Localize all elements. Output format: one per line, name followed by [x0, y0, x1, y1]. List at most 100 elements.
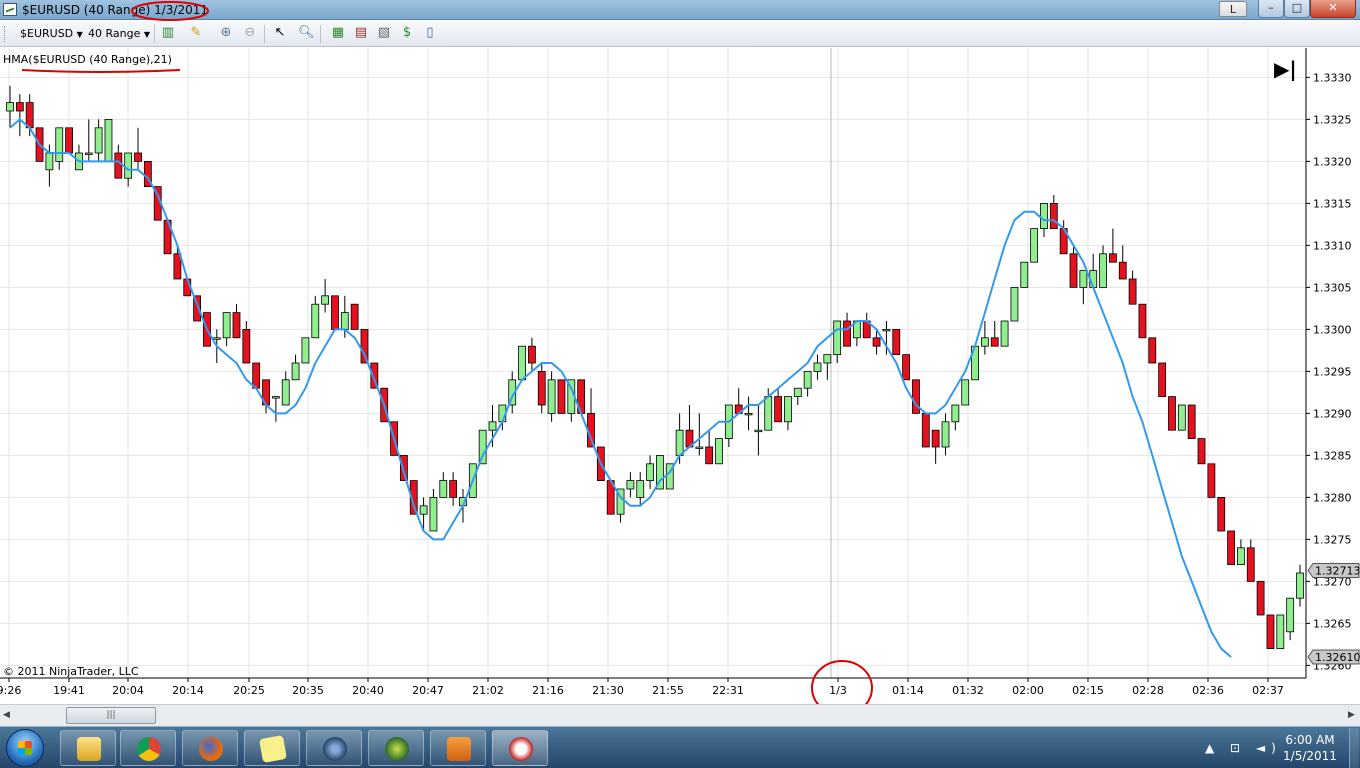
x-tick-label: 22:31	[712, 684, 744, 697]
toolbar-separator	[320, 25, 321, 43]
candle-up	[439, 480, 448, 498]
y-tick-label: 1.3330	[1313, 71, 1352, 84]
candle-up	[793, 387, 802, 398]
candle-down	[1197, 438, 1206, 465]
maximize-button[interactable]: □	[1284, 0, 1310, 18]
show-desktop-button[interactable]	[1349, 728, 1359, 768]
instrument-selector[interactable]: $EURUSD ▼	[20, 27, 83, 40]
candle-up	[94, 127, 103, 154]
y-tick-label: 1.3295	[1313, 365, 1352, 378]
candle-up	[823, 354, 832, 364]
x-tick-label: 20:40	[352, 684, 384, 697]
candle-down	[1069, 253, 1078, 288]
ninjatrader-task[interactable]	[492, 730, 548, 766]
candle-up	[833, 320, 842, 355]
chrome-task[interactable]	[120, 730, 176, 766]
properties-icon[interactable]: ▯	[422, 25, 438, 41]
x-tick-label: 02:36	[1192, 684, 1224, 697]
copyright-text: © 2011 NinjaTrader, LLC	[3, 665, 139, 678]
candle-down	[232, 312, 241, 339]
candle-down	[1148, 337, 1157, 364]
interval-selector[interactable]: 40 Range ▼	[88, 27, 150, 40]
magnifier-icon[interactable]: 🔍︎	[298, 25, 315, 41]
candle-down	[921, 412, 930, 448]
scroll-thumb[interactable]: |||	[66, 707, 156, 724]
candle-up	[754, 429, 763, 433]
candle-down	[1187, 404, 1196, 439]
x-tick-label: 20:14	[172, 684, 204, 697]
x-tick-label: 02:37	[1252, 684, 1284, 697]
start-button[interactable]	[6, 729, 44, 767]
clock-time[interactable]: 6:00 AM	[1280, 733, 1340, 747]
candle-up	[340, 312, 349, 330]
zoom-in-icon[interactable]: ⊕	[218, 25, 234, 41]
strategies-icon[interactable]: ▧	[376, 25, 392, 41]
x-tick-label: 9:26	[0, 684, 21, 697]
candle-down	[1227, 530, 1235, 565]
candle-down	[25, 102, 34, 129]
candle-up	[1010, 286, 1019, 322]
indicators-icon[interactable]: ▤	[353, 25, 369, 41]
candle-down	[902, 354, 911, 381]
go-to-end-icon[interactable]: ▶|	[1274, 57, 1297, 81]
x-tick-label: 01:14	[892, 684, 924, 697]
minimize-button[interactable]: –	[1258, 0, 1284, 18]
candle-down	[331, 295, 339, 330]
candle-down	[1118, 261, 1127, 280]
x-tick-label: 20:47	[412, 684, 444, 697]
candle-up	[547, 379, 556, 414]
candle-up	[45, 152, 54, 171]
music-icon	[323, 737, 347, 761]
data-series-icon[interactable]: ▦	[330, 25, 346, 41]
candle-up	[1030, 228, 1039, 263]
horizontal-scrollbar[interactable]: ◀ ||| ▶	[0, 704, 1360, 726]
firefox-icon	[199, 737, 223, 761]
candle-down	[892, 328, 901, 355]
toolbar-separator	[264, 25, 265, 43]
hma-line	[9, 118, 1232, 658]
chart-style-icon[interactable]: ▥	[160, 25, 176, 41]
system-tray[interactable]: ▲ ⊡ ◄)	[1205, 741, 1282, 755]
price-chart[interactable]: 1.3330 1.3325 1.3320 1.3315 1.3310 1.3305 1.33…	[0, 48, 1360, 704]
candle-up	[882, 328, 891, 332]
candle-down	[1158, 362, 1167, 397]
zoom-out-icon[interactable]: ⊖	[242, 25, 258, 41]
circle-annotation	[811, 660, 873, 704]
firefox-task[interactable]	[182, 730, 238, 766]
close-button[interactable]: ✕	[1310, 0, 1356, 18]
media-task[interactable]	[430, 730, 486, 766]
explorer-task[interactable]	[60, 730, 116, 766]
trading-task[interactable]	[368, 730, 424, 766]
underline-annotation	[21, 69, 181, 73]
candle-down	[774, 396, 782, 423]
y-tick-label: 1.3315	[1313, 197, 1352, 210]
candle-down	[537, 370, 546, 406]
dollar-icon[interactable]: $	[399, 25, 415, 41]
candle-up	[1000, 320, 1009, 347]
chevron-down-icon: ▼	[143, 30, 151, 39]
notes-task[interactable]	[244, 730, 300, 766]
x-tick-label: 21:30	[592, 684, 624, 697]
candle-up	[715, 438, 723, 465]
itunes-task[interactable]	[306, 730, 362, 766]
candle-up	[124, 152, 133, 179]
cursor-icon[interactable]: ↖	[272, 25, 288, 41]
scroll-right-icon[interactable]: ▶	[1348, 710, 1355, 720]
interval-label: 40 Range	[88, 27, 141, 40]
candle-up	[1079, 270, 1088, 288]
candle-up	[951, 404, 960, 423]
candle-down	[705, 446, 714, 465]
instrument-label: $EURUSD	[20, 27, 74, 40]
x-tick-label: 02:00	[1012, 684, 1044, 697]
chart-canvas[interactable]: 1.3330 1.3325 1.3320 1.3315 1.3310 1.3305 1.33…	[0, 48, 1360, 704]
candle-up	[478, 429, 487, 465]
link-button[interactable]: L	[1219, 1, 1247, 17]
clock-date[interactable]: 1/5/2011	[1280, 749, 1340, 763]
scroll-left-icon[interactable]: ◀	[3, 710, 10, 720]
candle-up	[84, 152, 93, 155]
y-tick-label: 1.3285	[1313, 449, 1352, 462]
x-tick-label: 21:16	[532, 684, 564, 697]
candle-down	[134, 152, 142, 162]
candle-up	[291, 362, 300, 381]
pencil-icon[interactable]: ✎	[188, 25, 204, 41]
